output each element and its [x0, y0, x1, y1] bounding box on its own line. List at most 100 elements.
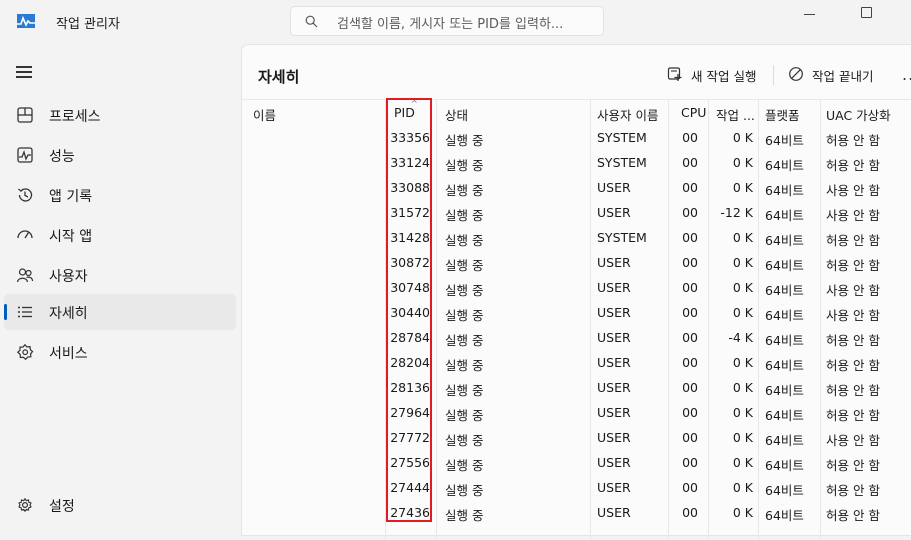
cell-uac: 사용 안 함 [826, 308, 880, 323]
table-row[interactable]: 28204 실행 중 USER 00 0 K 64비트 허용 안 함 [242, 350, 911, 375]
cell-memory: 0 K [732, 455, 753, 470]
cell-memory: 0 K [732, 505, 753, 520]
table-row[interactable]: 27436 실행 중 USER 00 0 K 64비트 허용 안 함 [242, 500, 911, 525]
app-history-icon [16, 186, 34, 204]
cell-platform: 64비트 [765, 508, 804, 523]
sidebar-item-label: 시작 앱 [49, 229, 93, 245]
cell-user: USER [597, 480, 631, 495]
table-row[interactable]: 27964 실행 중 USER 00 0 K 64비트 허용 안 함 [242, 400, 911, 425]
run-new-task-button[interactable]: 새 작업 실행 [667, 63, 767, 87]
cell-user: USER [597, 430, 631, 445]
sidebar-item-details[interactable]: 자세히 [4, 294, 236, 330]
table-row[interactable]: 33088 실행 중 USER 00 0 K 64비트 사용 안 함 [242, 175, 911, 200]
more-options-button[interactable]: ... [902, 65, 911, 84]
sidebar-item-label: 서비스 [49, 346, 88, 362]
cell-platform: 64비트 [765, 458, 804, 473]
run-new-task-icon [667, 66, 683, 82]
table-row[interactable]: 31428 실행 중 SYSTEM 00 0 K 64비트 허용 안 함 [242, 225, 911, 250]
search-icon [305, 15, 318, 31]
table-row[interactable]: 28784 실행 중 USER 00 -4 K 64비트 허용 안 함 [242, 325, 911, 350]
app-title: 작업 관리자 [56, 17, 120, 32]
cell-uac: 허용 안 함 [826, 158, 880, 173]
cell-status: 실행 중 [445, 158, 484, 173]
cell-user: USER [597, 180, 631, 195]
cell-memory: 0 K [732, 230, 753, 245]
cell-status: 실행 중 [445, 233, 484, 248]
cell-uac: 허용 안 함 [826, 258, 880, 273]
cell-pid: 28784 [390, 330, 430, 345]
cell-status: 실행 중 [445, 383, 484, 398]
table-row[interactable]: 30748 실행 중 USER 00 0 K 64비트 사용 안 함 [242, 275, 911, 300]
cell-platform: 64비트 [765, 333, 804, 348]
cell-uac: 허용 안 함 [826, 383, 880, 398]
cell-platform: 64비트 [765, 258, 804, 273]
cell-memory: 0 K [732, 255, 753, 270]
cell-cpu: 00 [682, 430, 698, 445]
performance-icon [16, 146, 34, 164]
cell-uac: 허용 안 함 [826, 358, 880, 373]
table-row[interactable]: 31572 실행 중 USER 00 -12 K 64비트 사용 안 함 [242, 200, 911, 225]
task-manager-logo-icon [16, 12, 36, 30]
minimize-button[interactable] [798, 4, 822, 24]
sidebar-item-services[interactable]: 서비스 [4, 334, 236, 370]
cell-user: USER [597, 455, 631, 470]
hamburger-menu-icon[interactable] [16, 66, 34, 80]
cell-status: 실행 중 [445, 258, 484, 273]
cell-status: 실행 중 [445, 133, 484, 148]
sidebar-item-label: 사용자 [49, 269, 88, 285]
table-row[interactable]: 28136 실행 중 USER 00 0 K 64비트 허용 안 함 [242, 375, 911, 400]
end-task-button[interactable]: 작업 끝내기 [788, 63, 888, 87]
settings-gear-icon [16, 496, 34, 514]
cell-uac: 사용 안 함 [826, 283, 880, 298]
details-panel: 자세히 새 작업 실행 작업 끝내기 ... 이름 PID ^ 상태 사용자 이… [241, 44, 911, 540]
cell-cpu: 00 [682, 355, 698, 370]
cell-pid: 33088 [390, 180, 430, 195]
table-row[interactable]: 30440 실행 중 USER 00 0 K 64비트 사용 안 함 [242, 300, 911, 325]
sidebar-item-users[interactable]: 사용자 [4, 257, 236, 293]
sidebar-item-app-history[interactable]: 앱 기록 [4, 177, 236, 213]
sidebar-item-performance[interactable]: 성능 [4, 137, 236, 173]
cell-memory: 0 K [732, 405, 753, 420]
sidebar-item-startup-apps[interactable]: 시작 앱 [4, 217, 236, 253]
cell-platform: 64비트 [765, 158, 804, 173]
cell-platform: 64비트 [765, 208, 804, 223]
cell-cpu: 00 [682, 380, 698, 395]
cell-status: 실행 중 [445, 458, 484, 473]
table-row[interactable]: 27556 실행 중 USER 00 0 K 64비트 허용 안 함 [242, 450, 911, 475]
maximize-button[interactable] [855, 4, 879, 24]
cell-pid: 30748 [390, 280, 430, 295]
sidebar-item-settings[interactable]: 설정 [4, 487, 236, 523]
cell-uac: 허용 안 함 [826, 483, 880, 498]
cell-pid: 30872 [390, 255, 430, 270]
cell-cpu: 00 [682, 455, 698, 470]
cell-memory: 0 K [732, 155, 753, 170]
cell-platform: 64비트 [765, 233, 804, 248]
table-row[interactable]: 33356 실행 중 SYSTEM 00 0 K 64비트 허용 안 함 [242, 125, 911, 150]
end-task-icon [788, 66, 804, 82]
cell-platform: 64비트 [765, 283, 804, 298]
cell-status: 실행 중 [445, 308, 484, 323]
cell-memory: 0 K [732, 130, 753, 145]
cell-cpu: 00 [682, 155, 698, 170]
sort-ascending-icon: ^ [411, 99, 418, 108]
table-row[interactable]: 33124 실행 중 SYSTEM 00 0 K 64비트 허용 안 함 [242, 150, 911, 175]
cell-user: USER [597, 405, 631, 420]
cell-status: 실행 중 [445, 508, 484, 523]
cell-pid: 33124 [390, 155, 430, 170]
cell-uac: 허용 안 함 [826, 133, 880, 148]
cell-uac: 사용 안 함 [826, 433, 880, 448]
run-new-task-label: 새 작업 실행 [691, 69, 757, 84]
end-task-label: 작업 끝내기 [812, 69, 874, 84]
active-indicator [4, 304, 7, 320]
cell-uac: 사용 안 함 [826, 208, 880, 223]
cell-cpu: 00 [682, 255, 698, 270]
sidebar-item-processes[interactable]: 프로세스 [4, 97, 236, 133]
cell-user: SYSTEM [597, 155, 647, 170]
table-row[interactable]: 30872 실행 중 USER 00 0 K 64비트 허용 안 함 [242, 250, 911, 275]
search-input[interactable]: 검색할 이름, 게시자 또는 PID를 입력하... [290, 6, 604, 36]
table-row[interactable]: 27772 실행 중 USER 00 0 K 64비트 사용 안 함 [242, 425, 911, 450]
cell-cpu: 00 [682, 330, 698, 345]
cell-memory: 0 K [732, 180, 753, 195]
table-row[interactable]: 27444 실행 중 USER 00 0 K 64비트 허용 안 함 [242, 475, 911, 500]
cell-memory: 0 K [732, 480, 753, 495]
